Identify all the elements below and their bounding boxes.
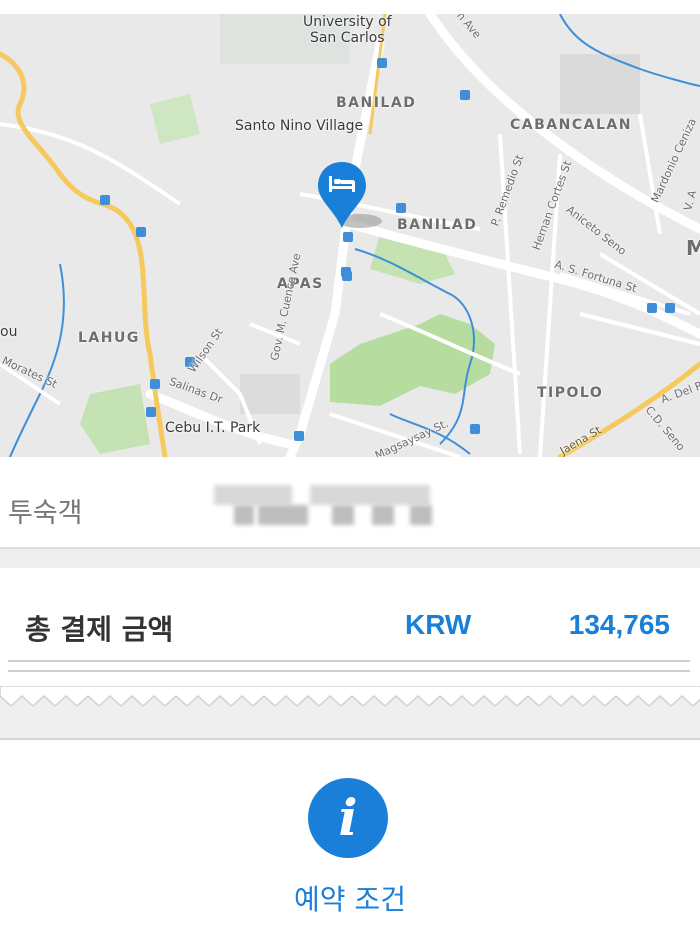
map-label-ou: ou bbox=[0, 324, 18, 340]
divider bbox=[8, 660, 690, 662]
divider bbox=[8, 670, 690, 672]
bed-icon bbox=[328, 174, 356, 194]
map-label-lahug: LAHUG bbox=[78, 330, 140, 346]
receipt-tear-edge bbox=[0, 686, 700, 740]
total-amount: 134,765 bbox=[568, 609, 670, 640]
map-label-tipolo: TIPOLO bbox=[537, 385, 604, 401]
info-icon[interactable]: i bbox=[308, 778, 388, 858]
location-map[interactable]: University of San Carlos BANILAD Santo N… bbox=[0, 14, 700, 457]
total-payment-row: 총 결제 금액 KRW 134,765 bbox=[0, 568, 700, 686]
map-label-banilad-top: BANILAD bbox=[336, 95, 417, 111]
map-label-santo-nino: Santo Nino Village bbox=[235, 118, 364, 134]
section-separator bbox=[0, 549, 700, 568]
booking-terms-link[interactable]: 예약 조건 bbox=[0, 878, 700, 918]
total-payment-label: 총 결제 금액 bbox=[25, 613, 174, 646]
map-label-banilad-mid: BANILAD bbox=[397, 217, 478, 233]
total-currency: KRW bbox=[405, 609, 472, 640]
hotel-map-pin[interactable] bbox=[316, 160, 368, 230]
map-label-cabancalan: CABANCALAN bbox=[510, 117, 632, 133]
map-label-m: M bbox=[686, 236, 700, 260]
terms-section[interactable]: i 예약 조건 bbox=[0, 740, 700, 933]
guest-row: 투숙객 bbox=[0, 463, 700, 549]
map-label-it-park: Cebu I.T. Park bbox=[165, 420, 261, 436]
guest-name-redacted bbox=[214, 485, 434, 529]
guest-label: 투숙객 bbox=[8, 498, 83, 529]
map-label-university: University of San Carlos bbox=[303, 14, 392, 46]
